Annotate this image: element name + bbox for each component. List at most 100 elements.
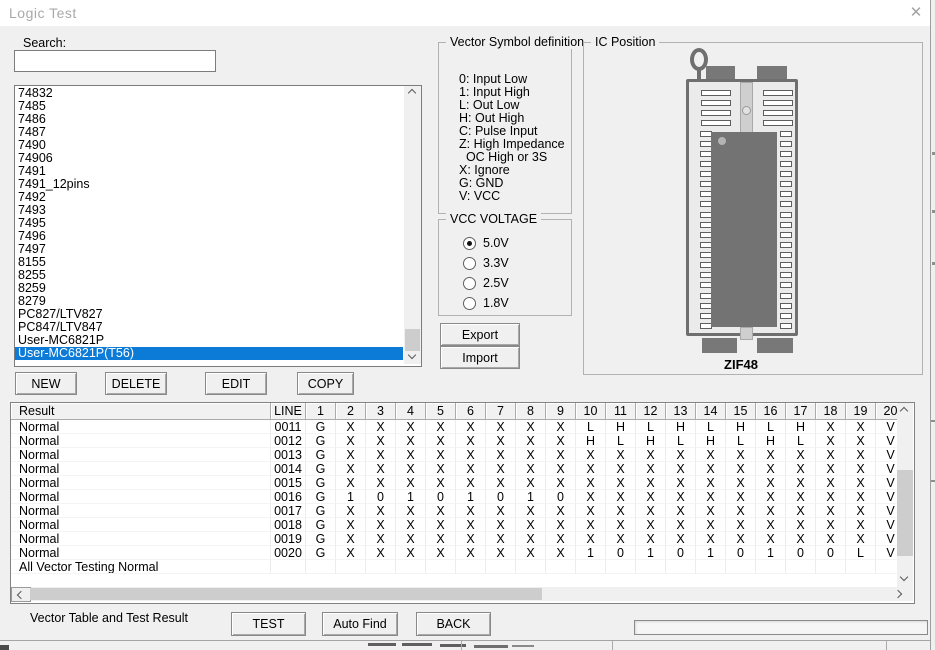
scroll-up-icon[interactable] — [901, 408, 908, 415]
vector-cell: X — [636, 532, 666, 546]
empty-cell — [726, 560, 756, 574]
list-item[interactable]: 7497 — [15, 243, 403, 256]
column-header[interactable]: 10 — [576, 403, 606, 420]
column-header[interactable]: 14 — [696, 403, 726, 420]
scrollbar-thumb[interactable] — [405, 329, 420, 351]
table-row[interactable]: Normal0019GXXXXXXXXXXXXXXXXXXV — [11, 532, 897, 546]
scroll-right-icon[interactable] — [895, 591, 902, 598]
export-button[interactable]: Export — [440, 323, 520, 346]
list-item[interactable]: 7490 — [15, 139, 403, 152]
list-item[interactable]: 7492 — [15, 191, 403, 204]
vector-cell: G — [306, 518, 336, 532]
scroll-down-icon[interactable] — [409, 352, 416, 359]
column-header[interactable]: 20 — [876, 403, 897, 420]
scrollbar-thumb[interactable] — [897, 470, 913, 556]
import-button[interactable]: Import — [440, 346, 520, 369]
vector-cell: X — [846, 518, 876, 532]
column-header[interactable]: 12 — [636, 403, 666, 420]
vector-cell: G — [306, 462, 336, 476]
column-header[interactable]: 16 — [756, 403, 786, 420]
list-item[interactable]: 7495 — [15, 217, 403, 230]
column-header[interactable]: 6 — [456, 403, 486, 420]
column-header[interactable]: 15 — [726, 403, 756, 420]
new-button[interactable]: NEW — [15, 372, 77, 395]
vcc-voltage-option[interactable]: 2.5V — [463, 276, 509, 290]
vcc-voltage-option[interactable]: 1.8V — [463, 296, 509, 310]
list-item[interactable]: 74832 — [15, 87, 403, 100]
table-row[interactable]: Normal0015GXXXXXXXXXXXXXXXXXXV — [11, 476, 897, 490]
line-cell: 0020 — [271, 546, 306, 560]
close-icon[interactable]: ✕ — [905, 3, 927, 23]
table-row[interactable]: Normal0011GXXXXXXXXLHLHLHLHXXV — [11, 420, 897, 434]
list-item[interactable]: 7486 — [15, 113, 403, 126]
list-item[interactable]: 7496 — [15, 230, 403, 243]
list-item[interactable]: 7485 — [15, 100, 403, 113]
search-input[interactable] — [14, 50, 216, 72]
column-header[interactable]: 5 — [426, 403, 456, 420]
pin-slot — [780, 303, 792, 309]
table-row[interactable]: Normal0018GXXXXXXXXXXXXXXXXXXV — [11, 518, 897, 532]
back-button[interactable]: BACK — [416, 612, 491, 636]
scroll-down-icon[interactable] — [901, 574, 908, 581]
list-item[interactable]: User-MC6821P(T56) — [15, 347, 403, 360]
list-item[interactable]: 7487 — [15, 126, 403, 139]
scroll-up-icon[interactable] — [409, 90, 416, 97]
vector-cell: H — [726, 420, 756, 434]
table-vertical-scrollbar[interactable] — [897, 403, 913, 587]
column-header[interactable]: 19 — [846, 403, 876, 420]
vector-cell: X — [486, 532, 516, 546]
ic-list-scrollbar[interactable] — [404, 86, 421, 364]
column-header[interactable]: 11 — [606, 403, 636, 420]
vector-cell: X — [516, 518, 546, 532]
list-item[interactable]: 74906 — [15, 152, 403, 165]
radio-icon[interactable] — [463, 237, 476, 250]
list-item[interactable]: 7491_12pins — [15, 178, 403, 191]
table-row[interactable]: Normal0014GXXXXXXXXXXXXXXXXXXV — [11, 462, 897, 476]
column-header[interactable]: 7 — [486, 403, 516, 420]
vcc-voltage-option[interactable]: 5.0V — [463, 236, 509, 250]
table-row[interactable]: Normal0012GXXXXXXXXHLHLHLHLXXV — [11, 434, 897, 448]
empty-cell — [576, 560, 606, 574]
edit-button[interactable]: EDIT — [205, 372, 267, 395]
column-header[interactable]: 1 — [306, 403, 336, 420]
radio-label: 1.8V — [483, 296, 509, 310]
column-header[interactable]: 8 — [516, 403, 546, 420]
radio-icon[interactable] — [463, 297, 476, 310]
radio-icon[interactable] — [463, 257, 476, 270]
column-header[interactable]: 4 — [396, 403, 426, 420]
table-row[interactable]: Normal0016G10101010XXXXXXXXXXV — [11, 490, 897, 504]
list-item[interactable]: 8255 — [15, 269, 403, 282]
list-item[interactable]: 7493 — [15, 204, 403, 217]
column-header[interactable]: LINE — [271, 403, 306, 420]
background-window-fragment — [402, 643, 432, 646]
vcc-voltage-option[interactable]: 3.3V — [463, 256, 509, 270]
vector-cell: G — [306, 504, 336, 518]
column-header[interactable]: 18 — [816, 403, 846, 420]
test-button[interactable]: TEST — [231, 612, 306, 636]
column-header[interactable]: 9 — [546, 403, 576, 420]
table-horizontal-scrollbar[interactable] — [11, 587, 913, 601]
column-header[interactable]: 17 — [786, 403, 816, 420]
delete-button[interactable]: DELETE — [105, 372, 167, 395]
column-header[interactable]: 2 — [336, 403, 366, 420]
table-row[interactable]: Normal0020GXXXXXXXX101010100LV — [11, 546, 897, 560]
table-row[interactable]: Normal0017GXXXXXXXXXXXXXXXXXXV — [11, 504, 897, 518]
column-header[interactable]: 3 — [366, 403, 396, 420]
column-header[interactable]: Result — [11, 403, 271, 420]
vector-cell: H — [636, 434, 666, 448]
scrollbar-thumb[interactable] — [30, 588, 542, 600]
table-row[interactable]: Normal0013GXXXXXXXXXXXXXXXXXXV — [11, 448, 897, 462]
radio-icon[interactable] — [463, 277, 476, 290]
list-item[interactable]: 8155 — [15, 256, 403, 269]
vector-cell: X — [846, 490, 876, 504]
list-item[interactable]: 8259 — [15, 282, 403, 295]
vector-cell: 1 — [396, 490, 426, 504]
scroll-left-button[interactable] — [11, 587, 31, 602]
empty-cell — [426, 560, 456, 574]
vector-cell: X — [696, 448, 726, 462]
copy-button[interactable]: COPY — [297, 372, 354, 395]
vector-cell: X — [426, 462, 456, 476]
column-header[interactable]: 13 — [666, 403, 696, 420]
ic-list[interactable]: 7483274857486748774907490674917491_12pin… — [14, 85, 422, 367]
auto-find-button[interactable]: Auto Find — [322, 612, 398, 636]
